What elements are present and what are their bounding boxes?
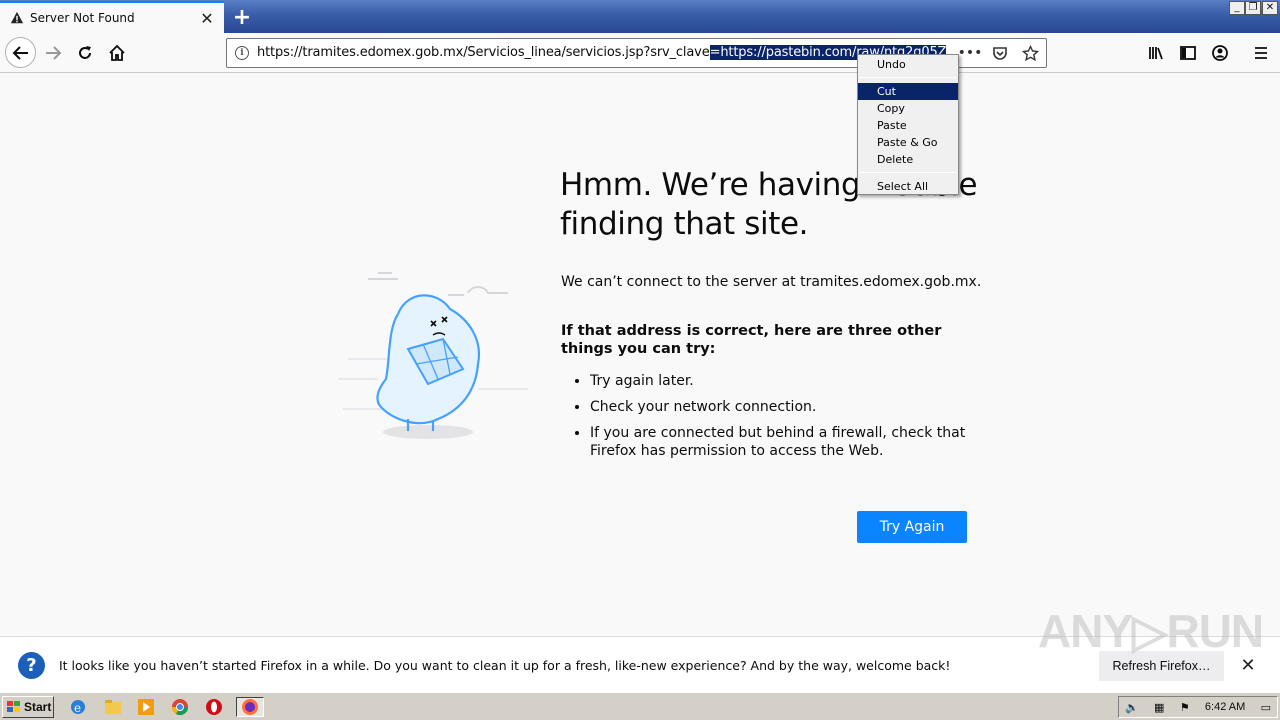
sidebar-button[interactable] [1173, 38, 1203, 68]
tab-title: Server Not Found [30, 11, 135, 25]
menu-item-copy[interactable]: Copy [858, 100, 958, 117]
library-button[interactable] [1141, 38, 1171, 68]
forward-arrow-icon [46, 46, 62, 60]
reload-button[interactable] [70, 38, 100, 68]
account-button[interactable] [1205, 38, 1235, 68]
list-item: If you are connected but behind a firewa… [590, 424, 966, 460]
tab-close-icon[interactable]: ✕ [196, 7, 218, 29]
question-icon: ? [18, 652, 45, 679]
menu-item-paste[interactable]: Paste [858, 117, 958, 134]
menu-separator [859, 77, 957, 78]
suggestions-list: Try again later. Check your network conn… [576, 372, 966, 468]
start-label: Start [24, 700, 52, 714]
start-button[interactable]: Start [2, 696, 54, 718]
error-page: Hmm. We’re having trouble finding that s… [0, 74, 1280, 636]
system-tray: 🔈 ▦ ⚑ 6:42 AM ▭ [1118, 696, 1278, 718]
flag-icon[interactable]: ⚑ [1180, 701, 1190, 714]
error-description: We can’t connect to the server at tramit… [561, 274, 982, 290]
tab-strip: Server Not Found ✕ + _ ❐ ✕ [0, 0, 1280, 33]
menu-separator [859, 172, 957, 173]
sidebar-icon [1180, 46, 1196, 60]
site-info-icon[interactable]: i [235, 46, 249, 60]
url-prefix: https://tramites.edomex.gob.mx/Servicios… [257, 45, 710, 60]
notification-close-icon[interactable]: ✕ [1238, 655, 1258, 676]
home-button[interactable] [102, 38, 132, 68]
context-menu: Undo Cut Copy Paste Paste & Go Delete Se… [857, 54, 959, 195]
minimize-button[interactable]: _ [1229, 1, 1245, 15]
pocket-icon[interactable] [990, 43, 1010, 63]
chrome-icon[interactable] [168, 697, 192, 717]
firefox-icon[interactable] [236, 697, 264, 717]
page-actions-icon[interactable]: ••• [958, 43, 983, 63]
tab-server-not-found[interactable]: Server Not Found ✕ [0, 1, 224, 33]
media-player-icon[interactable] [134, 697, 158, 717]
menu-item-delete[interactable]: Delete [858, 151, 958, 168]
navigation-toolbar: i https://tramites.edomex.gob.mx/Servici… [0, 33, 1280, 73]
library-icon [1149, 47, 1163, 60]
url-text[interactable]: https://tramites.edomex.gob.mx/Servicios… [257, 45, 946, 60]
warning-icon [10, 11, 24, 24]
restore-button[interactable]: ❐ [1245, 1, 1261, 15]
dinosaur-map-illustration [338, 272, 528, 439]
opera-icon[interactable] [202, 697, 226, 717]
menu-item-cut[interactable]: Cut [858, 83, 958, 100]
list-item: Check your network connection. [590, 398, 966, 416]
home-icon [109, 44, 125, 61]
back-arrow-icon [12, 45, 28, 60]
show-desktop-icon[interactable]: ▭ [1261, 701, 1271, 714]
ie-icon[interactable]: e [66, 697, 90, 717]
window-close-button[interactable]: ✕ [1262, 1, 1278, 15]
menu-button[interactable] [1246, 38, 1276, 68]
network-icon[interactable]: ▦ [1154, 701, 1164, 714]
clock[interactable]: 6:42 AM [1205, 701, 1245, 713]
svg-text:e: e [74, 701, 81, 715]
refresh-firefox-button[interactable]: Refresh Firefox… [1099, 651, 1224, 681]
menu-item-paste-and-go[interactable]: Paste & Go [858, 134, 958, 151]
taskbar: Start e 🔈 ▦ ⚑ 6:42 AM ▭ [0, 692, 1280, 720]
url-bar-actions: ••• [958, 43, 1040, 63]
list-item: Try again later. [590, 372, 966, 390]
volume-icon[interactable]: 🔈 [1125, 701, 1139, 714]
bookmark-star-icon[interactable] [1020, 43, 1040, 63]
new-tab-button[interactable]: + [230, 5, 254, 30]
notification-message: It looks like you haven’t started Firefo… [59, 658, 951, 673]
windows-logo-icon [7, 701, 20, 712]
menu-item-select-all[interactable]: Select All [858, 178, 958, 195]
reload-icon [79, 46, 91, 59]
account-icon [1212, 45, 1228, 61]
hamburger-icon [1255, 47, 1267, 59]
suggestions-heading: If that address is correct, here are thr… [561, 323, 942, 357]
forward-button[interactable] [38, 38, 68, 68]
explorer-icon[interactable] [101, 697, 125, 717]
refresh-notification-bar: ? It looks like you haven’t started Fire… [0, 636, 1280, 692]
back-button[interactable] [5, 37, 36, 68]
menu-item-undo[interactable]: Undo [858, 56, 958, 73]
try-again-button[interactable]: Try Again [857, 511, 967, 543]
